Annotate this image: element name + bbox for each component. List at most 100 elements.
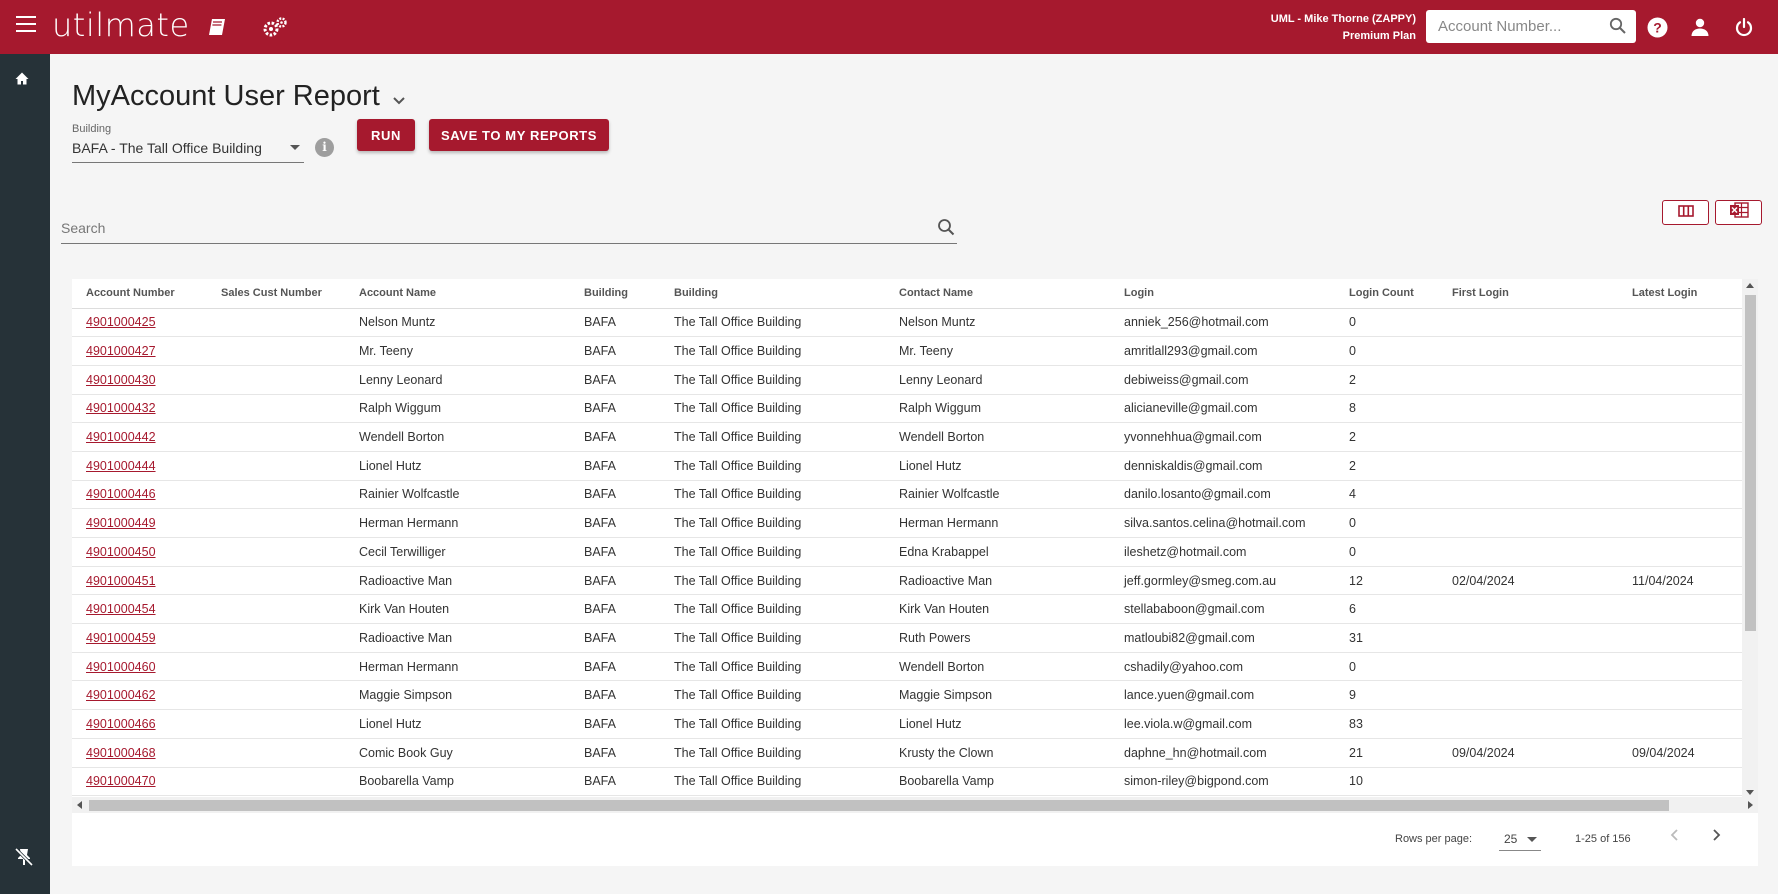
account-number-input[interactable] <box>1426 10 1596 43</box>
account-number-link[interactable]: 4901000466 <box>86 717 156 731</box>
caret-down-icon <box>1527 837 1537 842</box>
cell-building-code: BAFA <box>570 709 660 739</box>
account-number-link[interactable]: 4901000454 <box>86 602 156 616</box>
cell-account-name: Lenny Leonard <box>345 365 570 395</box>
col-header-building-name[interactable]: Building <box>660 279 885 309</box>
cell-first-login: 09/04/2024 <box>1438 738 1618 768</box>
building-select[interactable]: BAFA - The Tall Office Building <box>72 138 304 163</box>
save-to-my-reports-button[interactable]: SAVE TO MY REPORTS <box>429 119 609 151</box>
cell-building-name: The Tall Office Building <box>660 767 885 797</box>
col-header-login[interactable]: Login <box>1110 279 1335 309</box>
account-number-link[interactable]: 4901000427 <box>86 344 156 358</box>
svg-text:?: ? <box>1653 19 1662 35</box>
cell-login: cshadily@yahoo.com <box>1110 652 1335 682</box>
scroll-up-arrow-icon[interactable] <box>1746 283 1754 288</box>
account-number-link[interactable]: 4901000451 <box>86 574 156 588</box>
search-input[interactable] <box>61 213 911 243</box>
cell-login: danilo.losanto@gmail.com <box>1110 480 1335 510</box>
power-icon[interactable] <box>1731 14 1757 40</box>
cell-contact-name: Wendell Borton <box>885 652 1110 682</box>
cell-first-login <box>1438 422 1618 452</box>
cell-building-code: BAFA <box>570 422 660 452</box>
cell-building-code: BAFA <box>570 738 660 768</box>
cell-latest-login <box>1618 336 1742 366</box>
app-logo[interactable]: utilmate <box>52 6 190 44</box>
account-number-link[interactable]: 4901000468 <box>86 746 156 760</box>
scroll-down-arrow-icon[interactable] <box>1746 790 1754 795</box>
account-number-link[interactable]: 4901000442 <box>86 430 156 444</box>
col-header-account-name[interactable]: Account Name <box>345 279 570 309</box>
scroll-left-arrow-icon[interactable] <box>77 801 82 809</box>
cell-building-name: The Tall Office Building <box>660 680 885 711</box>
table-header-row: Account Number Sales Cust Number Account… <box>72 279 1742 309</box>
account-number-link[interactable]: 4901000462 <box>86 688 156 702</box>
account-number-link[interactable]: 4901000444 <box>86 459 156 473</box>
cell-building-name: The Tall Office Building <box>660 709 885 739</box>
table-row: 4901000425 Nelson Muntz BAFA The Tall Offic… <box>72 308 1742 338</box>
horizontal-scrollbar[interactable] <box>72 797 1758 813</box>
cell-account-number: 4901000427 <box>72 336 207 366</box>
report-table-scroll[interactable]: Account Number Sales Cust Number Account… <box>72 279 1742 799</box>
columns-button[interactable] <box>1662 200 1709 225</box>
cell-building-code: BAFA <box>570 594 660 625</box>
vertical-scrollbar[interactable] <box>1742 279 1758 799</box>
menu-icon[interactable] <box>16 16 36 34</box>
cell-first-login <box>1438 537 1618 567</box>
col-header-login-count[interactable]: Login Count <box>1335 279 1438 309</box>
cell-login-count: 31 <box>1335 623 1438 653</box>
col-header-account-number[interactable]: Account Number <box>72 279 207 309</box>
cell-login-count: 0 <box>1335 652 1438 682</box>
book-icon[interactable] <box>204 14 230 40</box>
cell-account-number: 4901000450 <box>72 537 207 567</box>
vertical-scroll-thumb[interactable] <box>1745 295 1756 631</box>
cell-account-number: 4901000442 <box>72 422 207 452</box>
export-excel-button[interactable] <box>1715 200 1762 225</box>
next-page-icon[interactable] <box>1712 828 1722 845</box>
cell-contact-name: Radioactive Man <box>885 566 1110 596</box>
account-number-link[interactable]: 4901000450 <box>86 545 156 559</box>
account-number-link[interactable]: 4901000459 <box>86 631 156 645</box>
account-number-link[interactable]: 4901000460 <box>86 660 156 674</box>
cell-building-code: BAFA <box>570 566 660 596</box>
cell-contact-name: Lionel Hutz <box>885 709 1110 739</box>
run-button[interactable]: RUN <box>357 119 415 151</box>
table-row: 4901000462 Maggie Simpson BAFA The Tall Off… <box>72 680 1742 711</box>
chevron-down-icon[interactable] <box>392 92 406 110</box>
pagination-range: 1-25 of 156 <box>1575 833 1631 845</box>
cell-contact-name: Boobarella Vamp <box>885 767 1110 797</box>
account-number-link[interactable]: 4901000432 <box>86 401 156 415</box>
report-table-card: Account Number Sales Cust Number Account… <box>72 279 1758 866</box>
home-icon[interactable] <box>15 72 29 90</box>
cell-login: denniskaldis@gmail.com <box>1110 451 1335 481</box>
col-header-building-code[interactable]: Building <box>570 279 660 309</box>
col-header-sales-cust-number[interactable]: Sales Cust Number <box>207 279 345 309</box>
cell-building-code: BAFA <box>570 537 660 567</box>
info-icon[interactable]: i <box>315 138 334 157</box>
scroll-right-arrow-icon[interactable] <box>1748 801 1753 809</box>
cell-account-name: Kirk Van Houten <box>345 594 570 625</box>
user-icon[interactable] <box>1687 14 1713 40</box>
account-number-link[interactable]: 4901000425 <box>86 315 156 329</box>
col-header-latest-login[interactable]: Latest Login <box>1618 279 1742 309</box>
col-header-contact-name[interactable]: Contact Name <box>885 279 1110 309</box>
col-header-first-login[interactable]: First Login <box>1438 279 1618 309</box>
account-number-link[interactable]: 4901000446 <box>86 487 156 501</box>
cell-sales-cust-number <box>207 566 345 596</box>
settings-gears-icon[interactable] <box>262 14 288 40</box>
account-number-link[interactable]: 4901000449 <box>86 516 156 530</box>
help-icon[interactable]: ? <box>1644 14 1670 40</box>
previous-page-icon[interactable] <box>1669 828 1679 845</box>
account-number-link[interactable]: 4901000430 <box>86 373 156 387</box>
rows-per-page-select[interactable]: 25 <box>1499 827 1541 851</box>
cell-first-login <box>1438 451 1618 481</box>
unpin-icon[interactable] <box>14 847 34 872</box>
search-icon[interactable] <box>1609 17 1626 39</box>
search-icon[interactable] <box>937 218 955 241</box>
cell-account-number: 4901000446 <box>72 480 207 510</box>
cell-building-name: The Tall Office Building <box>660 336 885 366</box>
account-number-link[interactable]: 4901000470 <box>86 774 156 788</box>
cell-account-number: 4901000468 <box>72 738 207 768</box>
horizontal-scroll-thumb[interactable] <box>89 800 1669 811</box>
sidebar <box>0 54 50 894</box>
cell-login-count: 9 <box>1335 680 1438 711</box>
